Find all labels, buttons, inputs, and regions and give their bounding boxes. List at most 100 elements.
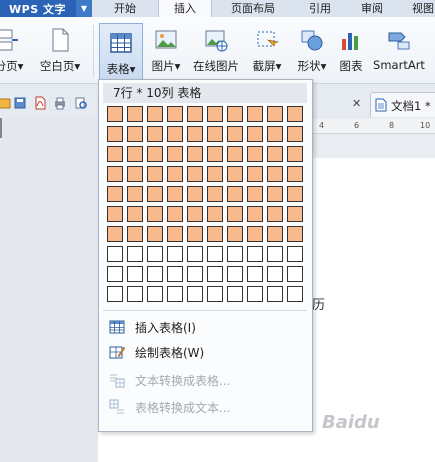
grid-cell[interactable] <box>287 246 303 262</box>
shapes-button[interactable]: 形状▾ <box>292 21 332 79</box>
grid-cell[interactable] <box>167 266 183 282</box>
tab-home[interactable]: 开始 <box>92 0 158 17</box>
grid-cell[interactable] <box>167 226 183 242</box>
grid-cell[interactable] <box>187 186 203 202</box>
grid-cell[interactable] <box>287 126 303 142</box>
grid-cell[interactable] <box>147 246 163 262</box>
grid-cell[interactable] <box>227 166 243 182</box>
grid-cell[interactable] <box>147 286 163 302</box>
grid-cell[interactable] <box>107 246 123 262</box>
grid-cell[interactable] <box>227 206 243 222</box>
grid-cell[interactable] <box>267 246 283 262</box>
online-picture-button[interactable]: 在线图片 <box>191 21 241 79</box>
grid-cell[interactable] <box>207 126 223 142</box>
picture-button[interactable]: 图片▾ <box>146 21 186 79</box>
grid-cell[interactable] <box>287 146 303 162</box>
grid-cell[interactable] <box>267 146 283 162</box>
grid-cell[interactable] <box>147 186 163 202</box>
grid-cell[interactable] <box>127 206 143 222</box>
grid-cell[interactable] <box>127 186 143 202</box>
insert-table-menu-item[interactable]: 插入表格(I) <box>103 315 307 339</box>
grid-cell[interactable] <box>247 226 263 242</box>
grid-cell[interactable] <box>107 226 123 242</box>
grid-cell[interactable] <box>267 206 283 222</box>
grid-cell[interactable] <box>167 206 183 222</box>
grid-cell[interactable] <box>107 166 123 182</box>
grid-cell[interactable] <box>187 146 203 162</box>
grid-cell[interactable] <box>107 126 123 142</box>
grid-cell[interactable] <box>187 246 203 262</box>
grid-cell[interactable] <box>227 126 243 142</box>
grid-cell[interactable] <box>227 106 243 122</box>
grid-cell[interactable] <box>147 206 163 222</box>
tab-page-layout[interactable]: 页面布局 <box>212 0 294 17</box>
blank-page-button[interactable]: 空白页▾ <box>34 21 86 79</box>
tab-review[interactable]: 审阅 <box>346 0 398 17</box>
grid-cell[interactable] <box>227 286 243 302</box>
grid-cell[interactable] <box>247 166 263 182</box>
grid-cell[interactable] <box>167 186 183 202</box>
grid-cell[interactable] <box>247 186 263 202</box>
grid-cell[interactable] <box>227 146 243 162</box>
grid-cell[interactable] <box>267 126 283 142</box>
grid-cell[interactable] <box>187 226 203 242</box>
grid-cell[interactable] <box>267 166 283 182</box>
grid-cell[interactable] <box>127 166 143 182</box>
grid-cell[interactable] <box>227 246 243 262</box>
grid-cell[interactable] <box>167 126 183 142</box>
grid-cell[interactable] <box>107 286 123 302</box>
grid-cell[interactable] <box>227 226 243 242</box>
grid-cell[interactable] <box>227 266 243 282</box>
grid-cell[interactable] <box>287 206 303 222</box>
save-icon[interactable] <box>13 96 27 110</box>
grid-cell[interactable] <box>167 246 183 262</box>
chart-button[interactable]: 图表 <box>334 21 368 79</box>
grid-cell[interactable] <box>147 266 163 282</box>
export-pdf-icon[interactable] <box>33 96 47 110</box>
grid-cell[interactable] <box>267 186 283 202</box>
grid-cell[interactable] <box>147 146 163 162</box>
grid-cell[interactable] <box>187 106 203 122</box>
tab-references[interactable]: 引用 <box>294 0 346 17</box>
grid-cell[interactable] <box>247 146 263 162</box>
grid-cell[interactable] <box>207 166 223 182</box>
grid-cell[interactable] <box>127 126 143 142</box>
grid-cell[interactable] <box>247 286 263 302</box>
grid-cell[interactable] <box>247 246 263 262</box>
grid-cell[interactable] <box>127 246 143 262</box>
grid-cell[interactable] <box>107 106 123 122</box>
grid-cell[interactable] <box>207 286 223 302</box>
grid-cell[interactable] <box>187 166 203 182</box>
open-folder-icon[interactable] <box>0 96 11 110</box>
grid-cell[interactable] <box>127 286 143 302</box>
document-tab[interactable]: 文档1 * <box>370 92 435 117</box>
grid-cell[interactable] <box>207 246 223 262</box>
grid-cell[interactable] <box>107 186 123 202</box>
grid-cell[interactable] <box>167 166 183 182</box>
grid-cell[interactable] <box>267 106 283 122</box>
tab-insert[interactable]: 插入 <box>158 0 212 17</box>
grid-cell[interactable] <box>287 226 303 242</box>
app-menu-button[interactable]: WPS 文字 ▼ <box>0 0 92 17</box>
tab-view[interactable]: 视图 <box>398 0 435 17</box>
grid-cell[interactable] <box>107 146 123 162</box>
screenshot-button[interactable]: 截屏▾ <box>247 21 287 79</box>
grid-cell[interactable] <box>127 226 143 242</box>
page-break-button[interactable]: 分页▾ <box>0 21 24 79</box>
grid-cell[interactable] <box>267 286 283 302</box>
grid-cell[interactable] <box>207 266 223 282</box>
table-button[interactable]: 表格▾ <box>99 23 143 81</box>
draw-table-menu-item[interactable]: 绘制表格(W) <box>103 340 307 364</box>
grid-cell[interactable] <box>207 146 223 162</box>
grid-cell[interactable] <box>147 226 163 242</box>
smartart-button[interactable]: SmartArt <box>370 21 428 79</box>
grid-cell[interactable] <box>167 286 183 302</box>
print-preview-icon[interactable] <box>74 96 88 110</box>
grid-cell[interactable] <box>187 286 203 302</box>
grid-cell[interactable] <box>267 266 283 282</box>
grid-cell[interactable] <box>287 286 303 302</box>
grid-cell[interactable] <box>287 106 303 122</box>
grid-cell[interactable] <box>107 266 123 282</box>
print-icon[interactable] <box>53 96 67 110</box>
grid-cell[interactable] <box>247 266 263 282</box>
